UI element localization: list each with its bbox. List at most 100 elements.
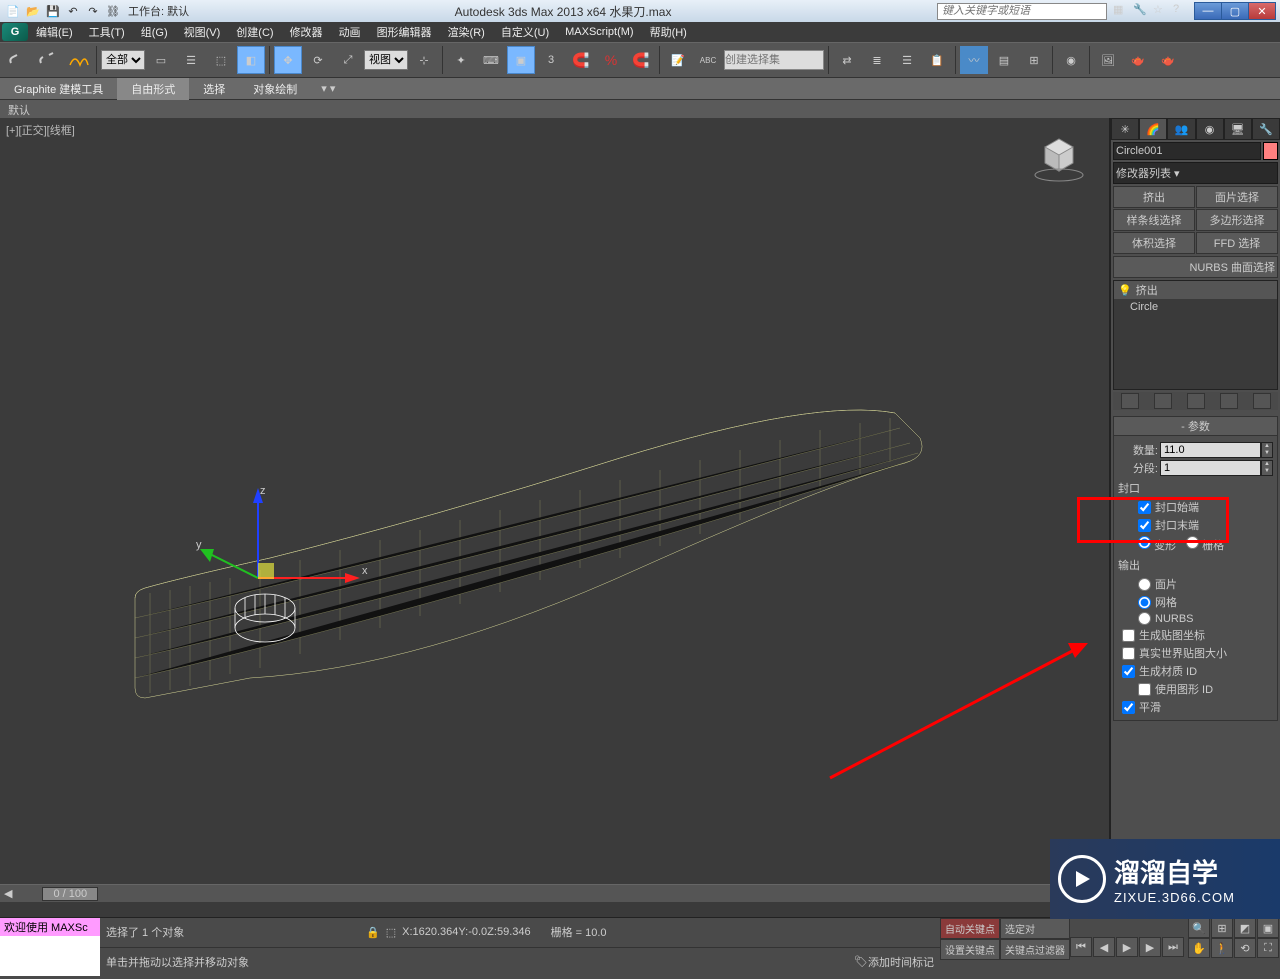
maximize-button[interactable]: ▢ [1221, 2, 1249, 20]
segments-input[interactable] [1160, 460, 1261, 476]
nav-zoom-all-icon[interactable]: ⊞ [1211, 918, 1233, 938]
menu-render[interactable]: 渲染(R) [440, 22, 493, 42]
cp-tab-display[interactable]: 🖥 [1224, 118, 1252, 140]
grid-radio-label[interactable]: 栅格 [1186, 536, 1224, 553]
layers-icon[interactable]: ☰ [893, 46, 921, 74]
cap-start-checkbox[interactable] [1138, 501, 1151, 514]
menu-group[interactable]: 组(G) [133, 22, 176, 42]
iso-icon[interactable]: ⬚ [386, 926, 396, 939]
goto-end-icon[interactable]: ⏭ [1162, 937, 1184, 957]
mod-btn-spline-sel[interactable]: 样条线选择 [1113, 209, 1195, 231]
morph-radio[interactable] [1138, 536, 1151, 549]
use-shape-id-checkbox[interactable] [1138, 683, 1151, 696]
curve-editor-icon[interactable]: 〰 [960, 46, 988, 74]
nav-pan-icon[interactable]: ✋ [1188, 938, 1210, 958]
menu-help[interactable]: 帮助(H) [642, 22, 695, 42]
app-icon[interactable]: G [2, 23, 28, 41]
shelf-tab-paint[interactable]: 对象绘制 [239, 78, 311, 100]
modifier-list-dropdown[interactable]: 修改器列表 ▾ [1113, 162, 1278, 184]
viewport[interactable]: [+][正交][线框] [0, 118, 1110, 884]
viewcube[interactable] [1029, 128, 1089, 188]
maxscript-listener[interactable]: 欢迎使用 MAXSc [0, 918, 100, 936]
schematic-view-icon[interactable]: ⊞ [1020, 46, 1048, 74]
morph-radio-label[interactable]: 变形 [1138, 536, 1176, 553]
pivot-icon[interactable]: ⊹ [410, 46, 438, 74]
open-icon[interactable]: 📂 [24, 3, 42, 19]
menu-modifiers[interactable]: 修改器 [282, 22, 331, 42]
auto-key-button[interactable]: 自动关键点 [940, 918, 1000, 939]
make-unique-icon[interactable] [1187, 393, 1205, 409]
layer-manager-icon[interactable]: 📋 [923, 46, 951, 74]
cp-tab-modify[interactable]: 🌈 [1139, 118, 1167, 140]
nav-zoom-icon[interactable]: 🔍 [1188, 918, 1210, 938]
save-icon[interactable]: 💾 [44, 3, 62, 19]
bulb-icon[interactable]: 💡 [1118, 284, 1132, 297]
ribbon-sub[interactable]: 默认 [0, 100, 1280, 118]
shelf-tab-freeform[interactable]: 自由形式 [117, 78, 189, 100]
menu-animation[interactable]: 动画 [331, 22, 369, 42]
shelf-expand-icon[interactable]: ▾ ▾ [321, 82, 335, 95]
time-start-icon[interactable]: ◀ [4, 887, 12, 900]
cp-tab-hierarchy[interactable]: 👥 [1167, 118, 1195, 140]
key-icon[interactable]: 🔧 [1133, 3, 1149, 19]
menu-graph[interactable]: 图形编辑器 [369, 22, 440, 42]
time-slider-handle[interactable]: 0 / 100 [42, 887, 98, 901]
object-color-swatch[interactable] [1263, 142, 1278, 160]
mirror-icon[interactable]: ⇄ [833, 46, 861, 74]
scale-tool-icon[interactable]: ⤢ [334, 46, 362, 74]
shelf-tab-graphite[interactable]: Graphite 建模工具 [0, 78, 117, 100]
coord-z[interactable]: 59.346 [497, 926, 531, 938]
menu-customize[interactable]: 自定义(U) [493, 22, 557, 42]
named-sel-abc-icon[interactable]: ABC [694, 46, 722, 74]
shelf-tab-selection[interactable]: 选择 [189, 78, 239, 100]
align-icon[interactable]: ≣ [863, 46, 891, 74]
mod-btn-patch-sel[interactable]: 面片选择 [1196, 186, 1278, 208]
mod-btn-vol-sel[interactable]: 体积选择 [1113, 232, 1195, 254]
named-selection-input[interactable] [724, 50, 824, 70]
goto-start-icon[interactable]: ⏮ [1070, 937, 1092, 957]
menu-create[interactable]: 创建(C) [228, 22, 281, 42]
viewport-label[interactable]: [+][正交][线框] [6, 122, 75, 138]
render-icon[interactable]: 🫖 [1154, 46, 1182, 74]
coord-x[interactable]: 1620.364 [413, 926, 459, 938]
select-region-icon[interactable]: ⬚ [207, 46, 235, 74]
amount-input[interactable] [1160, 442, 1261, 458]
modifier-stack[interactable]: 💡挤出 Circle [1113, 280, 1278, 390]
params-rollout-header[interactable]: - 参数 [1113, 416, 1278, 436]
spinner-snap-icon[interactable]: % [597, 46, 625, 74]
smooth-checkbox[interactable] [1122, 701, 1135, 714]
amount-spinner[interactable]: ▲▼ [1261, 442, 1273, 458]
key-filter-button[interactable]: 关键点过滤器 [1000, 939, 1070, 960]
angle-snap-icon[interactable]: 3 [537, 46, 565, 74]
time-tag-icon[interactable]: 🏷 [854, 955, 868, 968]
help-search-input[interactable] [937, 3, 1107, 20]
bind-space-warp-icon[interactable] [64, 46, 92, 74]
mod-btn-extrude[interactable]: 挤出 [1113, 186, 1195, 208]
render-setup-icon[interactable]: 🖼 [1094, 46, 1122, 74]
set-key-button[interactable]: 设置关键点 [940, 939, 1000, 960]
keyboard-shortcut-icon[interactable]: ⌨ [477, 46, 505, 74]
real-world-checkbox[interactable] [1122, 647, 1135, 660]
move-tool-icon[interactable]: ✥ [274, 46, 302, 74]
mod-btn-poly-sel[interactable]: 多边形选择 [1196, 209, 1278, 231]
play-icon[interactable]: ▶ [1116, 937, 1138, 957]
object-name-input[interactable] [1113, 142, 1261, 160]
new-icon[interactable]: 📄 [4, 3, 22, 19]
snap-4-icon[interactable]: 🧲 [627, 46, 655, 74]
pin-stack-icon[interactable] [1121, 393, 1139, 409]
menu-edit[interactable]: 编辑(E) [28, 22, 81, 42]
mod-btn-ffd-sel[interactable]: FFD 选择 [1196, 232, 1278, 254]
cp-tab-utilities[interactable]: 🔧 [1252, 118, 1280, 140]
out-patch-radio[interactable] [1138, 578, 1151, 591]
cap-end-checkbox[interactable] [1138, 519, 1151, 532]
gen-matid-checkbox[interactable] [1122, 665, 1135, 678]
next-frame-icon[interactable]: ▶ [1139, 937, 1161, 957]
render-frame-icon[interactable]: 🫖 [1124, 46, 1152, 74]
stack-top[interactable]: 挤出 [1136, 282, 1158, 298]
menu-maxscript[interactable]: MAXScript(M) [557, 24, 641, 40]
link-tool-icon[interactable] [4, 46, 32, 74]
remove-mod-icon[interactable] [1220, 393, 1238, 409]
material-editor-icon[interactable]: ◉ [1057, 46, 1085, 74]
minimize-button[interactable]: — [1194, 2, 1222, 20]
redo-icon[interactable]: ↷ [84, 3, 102, 19]
